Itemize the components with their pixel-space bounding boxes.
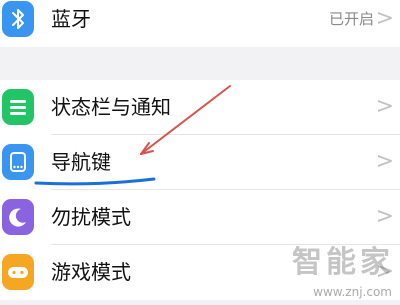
bluetooth-icon (2, 1, 34, 37)
status-bar-label: 状态栏与通知 (51, 95, 171, 119)
bluetooth-label: 蓝牙 (51, 7, 91, 31)
watermark-site: www.znj.com (313, 285, 392, 299)
settings-row-status-bar[interactable]: 状态栏与通知 > (0, 80, 400, 135)
moon-icon (2, 199, 34, 235)
gamepad-icon (2, 254, 34, 290)
game-mode-label: 游戏模式 (51, 260, 131, 284)
navigation-keys-icon (2, 144, 34, 180)
section-gap (0, 47, 400, 80)
chevron-right-icon: > (375, 6, 394, 31)
chevron-right-icon: > (375, 94, 394, 119)
watermark-logo: 智能家 (292, 245, 394, 280)
settings-row-navigation-keys[interactable]: 导航键 > (0, 135, 400, 190)
navigation-keys-label: 导航键 (51, 150, 111, 174)
chevron-right-icon: > (375, 149, 394, 174)
do-not-disturb-label: 勿扰模式 (51, 205, 131, 229)
settings-row-bluetooth[interactable]: 蓝牙 已开启 > (0, 0, 400, 47)
status-bar-icon (2, 89, 34, 125)
bluetooth-status: 已开启 (328, 10, 374, 28)
